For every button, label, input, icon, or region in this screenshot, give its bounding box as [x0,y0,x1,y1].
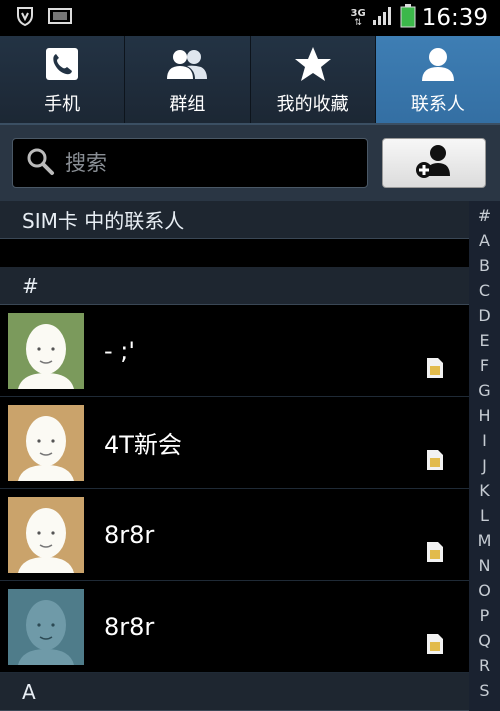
index-letter[interactable]: H [469,403,500,428]
add-person-icon [414,142,454,184]
person-icon [416,44,460,84]
index-letter[interactable]: S [469,678,500,703]
contact-name: - ;' [104,336,135,365]
section-spacer [0,239,469,267]
battery-icon [400,4,416,32]
contact-name: 8r8r [104,612,155,641]
index-letter[interactable]: I [469,428,500,453]
contact-row[interactable]: 4T新会 [0,397,469,489]
tab-favorites-label: 我的收藏 [276,93,349,115]
index-letter[interactable]: E [469,328,500,353]
contact-row[interactable]: 8r8r [0,581,469,673]
clock: 16:39 [421,5,488,31]
sim-card-icon [427,450,443,470]
contact-row[interactable]: 8r8r [0,489,469,581]
contact-list[interactable]: SIM卡 中的联系人 # - ;' 4T新会 8r8r 8r8r A [0,201,469,711]
tab-contacts-label: 联系人 [410,93,465,115]
index-letter[interactable]: F [469,353,500,378]
contact-row[interactable]: - ;' [0,305,469,397]
tab-favorites[interactable]: 我的收藏 [251,36,376,123]
search-box[interactable] [12,138,368,188]
tab-phone[interactable]: 手机 [0,36,126,123]
tab-contacts[interactable]: 联系人 [375,36,500,123]
index-letter[interactable]: G [469,378,500,403]
shield-icon [14,5,36,31]
search-icon [25,146,55,180]
index-letter[interactable]: D [469,303,500,328]
tab-phone-label: 手机 [44,93,81,115]
section-header-a: A [0,673,469,711]
search-input[interactable] [65,151,355,175]
tab-groups-label: 群组 [169,93,206,115]
index-letter[interactable]: # [469,203,500,228]
network-type-label: 3G [350,7,366,19]
index-letter[interactable]: J [469,453,500,478]
index-letter[interactable]: M [469,528,500,553]
search-area [0,125,500,201]
avatar [8,404,84,481]
group-icon [165,44,209,84]
sim-card-icon [427,634,443,654]
network-type-icon: 3G ⇅ [350,7,366,28]
avatar [8,588,84,665]
avatar [8,496,84,573]
index-letter[interactable]: P [469,603,500,628]
tab-groups[interactable]: 群组 [125,36,251,123]
sim-card-icon [427,358,443,378]
sim-card-indicator-icon [48,7,72,29]
index-letter[interactable]: A [469,228,500,253]
add-contact-button[interactable] [382,138,486,188]
index-letter[interactable]: N [469,553,500,578]
sim-card-icon [427,542,443,562]
index-letter[interactable]: R [469,653,500,678]
index-letter[interactable]: L [469,503,500,528]
avatar [8,312,84,389]
index-letter[interactable]: O [469,578,500,603]
index-letter[interactable]: Q [469,628,500,653]
contact-name: 8r8r [104,520,155,549]
index-letter[interactable]: B [469,253,500,278]
section-header-hash: # [0,267,469,305]
star-icon [291,44,335,84]
section-header-sim: SIM卡 中的联系人 [0,201,469,239]
phone-icon [40,44,84,84]
status-bar: 3G ⇅ 16:39 [0,0,500,36]
tab-bar: 手机 群组 我的收藏 联系人 [0,36,500,125]
contact-name: 4T新会 [104,431,182,459]
alphabet-index-bar[interactable]: # A B C D E F G H I J K L M N O P Q R S [469,201,500,711]
signal-icon [372,6,394,30]
index-letter[interactable]: C [469,278,500,303]
index-letter[interactable]: K [469,478,500,503]
